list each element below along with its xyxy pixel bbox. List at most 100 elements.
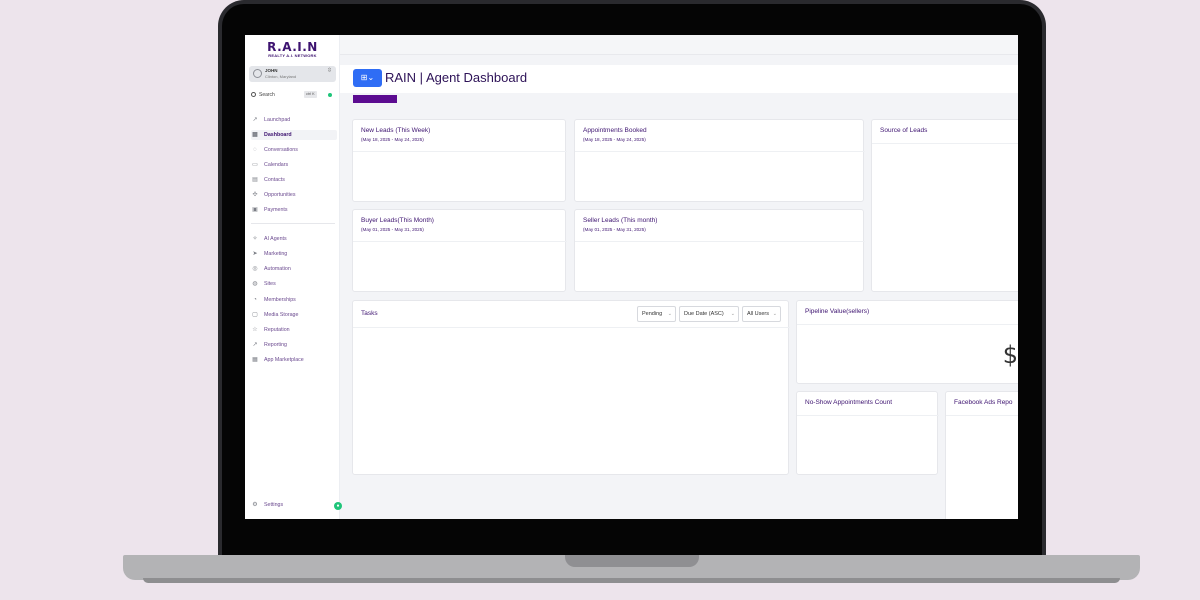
logo[interactable]: R.A.I.N REALTY A.I. NETWORK	[245, 41, 340, 59]
search-shortcut-badge: ctrl K	[304, 91, 317, 98]
sidebar-item-reputation[interactable]: ☆ Reputation	[251, 325, 337, 335]
globe-icon: ◍	[252, 281, 258, 287]
sidebar-item-label: Dashboard	[264, 132, 292, 138]
chevron-down-icon: ⌄	[667, 311, 672, 317]
sidebar-item-calendars[interactable]: ▭ Calendars	[251, 160, 337, 170]
status-dot	[328, 93, 332, 97]
account-name: JOHN	[265, 68, 278, 73]
user-filter-select[interactable]: All Users ⌄	[742, 306, 781, 322]
ai-icon: ✧	[252, 236, 258, 242]
calendar-icon: ▭	[252, 162, 258, 168]
filter-value: Pending	[642, 311, 663, 317]
sidebar-item-label: Marketing	[264, 251, 288, 257]
sidebar-item-label: AI Agents	[264, 236, 287, 242]
sidebar-item-label: Conversations	[264, 147, 298, 153]
card-divider	[353, 327, 790, 328]
nav-divider	[251, 223, 335, 224]
card-title: Source of Leads	[880, 127, 928, 134]
sidebar-item-settings[interactable]: ⚙ Settings	[251, 500, 337, 510]
top-bar	[340, 35, 1018, 55]
search-button[interactable]: Search ctrl K	[251, 91, 334, 100]
search-icon	[251, 92, 256, 97]
card-title: New Leads (This Week)	[361, 127, 431, 134]
sidebar-item-label: Settings	[264, 502, 284, 508]
grid-icon: ⊞	[360, 73, 368, 82]
card-title: Pipeline Value(sellers)	[805, 308, 870, 315]
folder-icon: ▢	[252, 312, 258, 318]
sidebar-item-marketing[interactable]: ➤ Marketing	[251, 249, 337, 259]
gear-icon: ⚙	[252, 502, 258, 508]
card-divider	[575, 241, 865, 242]
filter-value: Due Date (ASC)	[684, 311, 724, 317]
sidebar-item-label: Memberships	[264, 297, 296, 303]
contacts-icon: ▤	[252, 177, 258, 183]
membership-icon: ◔	[253, 297, 257, 303]
chevron-down-icon: ⌄	[367, 73, 375, 82]
sidebar-item-conversations[interactable]: ◌ Conversations	[251, 145, 337, 155]
sidebar-item-ai-agents[interactable]: ✧ AI Agents	[251, 234, 337, 244]
sidebar-item-memberships[interactable]: ◔ Memberships	[251, 295, 337, 305]
laptop-base-shadow	[143, 578, 1120, 583]
sidebar-item-label: Launchpad	[264, 117, 291, 123]
payments-icon: ▣	[252, 207, 258, 213]
filter-value: All Users	[747, 311, 770, 317]
sidebar-item-label: Reputation	[264, 327, 290, 333]
sidebar-item-reporting[interactable]: ↗ Reporting	[251, 340, 337, 350]
opportunities-icon: ✣	[252, 192, 258, 198]
card-title: Seller Leads (This month)	[583, 217, 658, 224]
sidebar-item-label: Contacts	[264, 177, 285, 183]
page-title: RAIN | Agent Dashboard	[385, 70, 528, 85]
apps-icon: ▦	[252, 357, 258, 363]
card-date-range: (May 18, 2025 - May 24, 2025)	[361, 137, 424, 142]
notification-badge[interactable]: ●	[334, 502, 342, 510]
sidebar-item-dashboard[interactable]: ▦ Dashboard	[251, 130, 337, 140]
card-title: Facebook Ads Repo	[954, 399, 1013, 406]
avatar	[253, 69, 262, 78]
page-header: ⊞⌄ RAIN | Agent Dashboard	[340, 65, 1018, 93]
app-screen: R.A.I.N REALTY A.I. NETWORK JOHN Clinton…	[245, 35, 1018, 519]
card-title: Appointments Booked	[583, 127, 647, 134]
sidebar-item-sites[interactable]: ◍ Sites	[251, 279, 337, 289]
new-leads-card: New Leads (This Week) (May 18, 2025 - Ma…	[352, 119, 567, 202]
star-icon: ☆	[252, 327, 258, 333]
sidebar-item-media-storage[interactable]: ▢ Media Storage	[251, 310, 337, 320]
logo-sub: REALTY A.I. NETWORK	[268, 53, 317, 58]
card-divider	[353, 241, 567, 242]
edit-button[interactable]	[353, 95, 397, 103]
automation-icon: ◎	[252, 266, 258, 272]
grid-icon: ▦	[252, 132, 258, 138]
sidebar: R.A.I.N REALTY A.I. NETWORK JOHN Clinton…	[245, 35, 342, 519]
sidebar-item-label: Opportunities	[264, 192, 296, 198]
rocket-icon: ↗	[252, 117, 258, 123]
sidebar-item-payments[interactable]: ▣ Payments	[251, 205, 337, 215]
sidebar-item-opportunities[interactable]: ✣ Opportunities	[251, 190, 337, 200]
chevron-down-icon: ⌄	[730, 311, 735, 317]
source-of-leads-card: Source of Leads	[871, 119, 1018, 292]
buyer-leads-card: Buyer Leads(This Month) (May 01, 2025 - …	[352, 209, 567, 292]
card-divider	[872, 143, 1018, 144]
sidebar-item-app-marketplace[interactable]: ▦ App Marketplace	[251, 355, 337, 365]
card-date-range: (May 18, 2025 - May 24, 2025)	[583, 137, 646, 142]
search-label: Search	[259, 92, 275, 98]
laptop-notch	[565, 555, 699, 567]
send-icon: ➤	[252, 251, 258, 257]
card-date-range: (May 01, 2025 - May 31, 2025)	[361, 227, 424, 232]
sidebar-item-launchpad[interactable]: ↗ Launchpad	[251, 115, 337, 125]
no-show-appointments-card: No-Show Appointments Count	[796, 391, 939, 475]
account-switcher[interactable]: JOHN Clinton, Maryland ⇳	[249, 66, 336, 82]
sidebar-item-label: App Marketplace	[264, 357, 304, 363]
sidebar-item-contacts[interactable]: ▤ Contacts	[251, 175, 337, 185]
dashboard-switcher-button[interactable]: ⊞⌄	[353, 69, 382, 87]
card-divider	[353, 151, 567, 152]
sort-filter-select[interactable]: Due Date (ASC) ⌄	[679, 306, 739, 322]
status-filter-select[interactable]: Pending ⌄	[637, 306, 676, 322]
appointments-booked-card: Appointments Booked (May 18, 2025 - May …	[574, 119, 865, 202]
sidebar-item-automation[interactable]: ◎ Automation	[251, 264, 337, 274]
chevron-down-icon: ⌄	[772, 311, 777, 317]
seller-leads-card: Seller Leads (This month) (May 01, 2025 …	[574, 209, 865, 292]
sidebar-item-label: Automation	[264, 266, 291, 272]
card-title: Buyer Leads(This Month)	[361, 217, 434, 224]
card-divider	[946, 415, 1018, 416]
sidebar-item-label: Reporting	[264, 342, 287, 348]
sidebar-item-label: Calendars	[264, 162, 289, 168]
